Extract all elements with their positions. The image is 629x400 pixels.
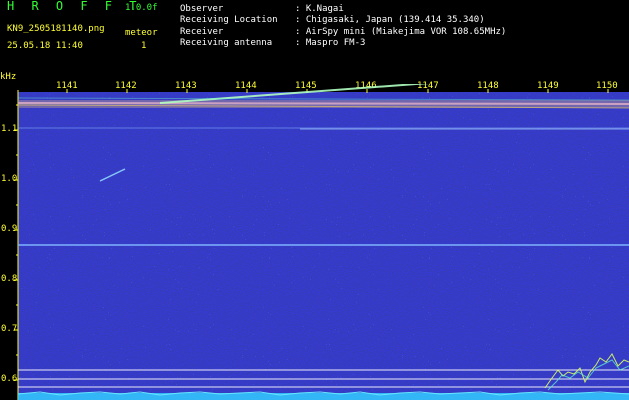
- freq-tick: 0.9: [1, 224, 18, 234]
- freq-tick: 1.0: [1, 174, 18, 184]
- info-value-receiver: : AirSpy mini (Miakejima VOR 108.65MHz): [295, 27, 507, 37]
- header-panel: H R O F F T 1.0.0f KN9_2505181140.png 25…: [0, 0, 629, 84]
- freq-tick: 0.8: [1, 274, 18, 284]
- mode-label: meteor: [125, 28, 158, 38]
- info-label-observer: Observer: [180, 4, 224, 14]
- axis-unit-label: kHz: [0, 72, 17, 82]
- filename-label: KN9_2505181140.png: [7, 24, 105, 34]
- info-value-location: : Chigasaki, Japan (139.414 35.340): [295, 15, 485, 25]
- carrier-line-pink: [17, 102, 629, 105]
- info-label-antenna: Receiving antenna: [180, 38, 273, 48]
- mode-value: 1: [141, 41, 147, 51]
- freq-tick: 0.7: [1, 324, 18, 334]
- app-title: H R O F F T: [7, 0, 142, 13]
- info-value-observer: : K.Nagai: [295, 4, 344, 14]
- info-label-receiver: Receiver: [180, 27, 224, 37]
- frequency-axis-ticks: [14, 104, 18, 381]
- freq-tick: 0.6: [1, 374, 18, 384]
- timestamp-label: 25.05.18 11:40: [7, 41, 83, 51]
- version-label: 1.0.0f: [125, 3, 158, 13]
- info-label-location: Receiving Location: [180, 15, 278, 25]
- info-value-antenna: : Maspro FM-3: [295, 38, 366, 48]
- noise-floor-band: [18, 393, 629, 400]
- spectrogram-display: [14, 84, 629, 400]
- freq-tick: 1.1: [1, 124, 18, 134]
